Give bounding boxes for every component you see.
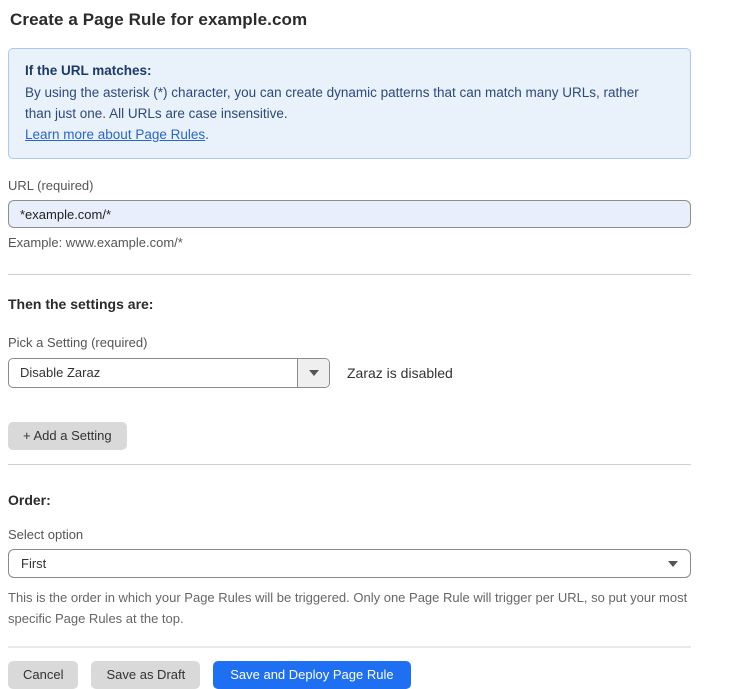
settings-section-heading: Then the settings are: [8, 296, 691, 312]
order-select-label: Select option [8, 527, 691, 542]
order-section-heading: Order: [8, 492, 691, 508]
caret-down-icon [668, 561, 678, 567]
url-field-label: URL (required) [8, 178, 691, 193]
save-and-deploy-button[interactable]: Save and Deploy Page Rule [213, 661, 410, 689]
save-as-draft-button[interactable]: Save as Draft [91, 661, 200, 689]
url-field-example: Example: www.example.com/* [8, 235, 691, 250]
section-divider [8, 274, 691, 275]
section-divider [8, 464, 691, 465]
order-help-text: This is the order in which your Page Rul… [8, 587, 691, 629]
learn-more-link[interactable]: Learn more about Page Rules [25, 127, 205, 142]
order-select[interactable]: First [8, 549, 691, 578]
footer-actions: Cancel Save as Draft Save and Deploy Pag… [8, 661, 691, 689]
setting-select[interactable]: Disable Zaraz [8, 358, 330, 388]
setting-row: Disable Zaraz Zaraz is disabled [8, 358, 691, 388]
url-match-info-box: If the URL matches: By using the asteris… [8, 48, 691, 159]
cancel-button[interactable]: Cancel [8, 661, 78, 689]
link-suffix: . [205, 127, 209, 142]
create-page-rule-form: Create a Page Rule for example.com If th… [0, 0, 691, 689]
setting-select-caret-button[interactable] [297, 359, 329, 387]
info-box-heading: If the URL matches: [25, 60, 674, 81]
page-title: Create a Page Rule for example.com [10, 10, 691, 30]
info-box-body: By using the asterisk (*) character, you… [25, 82, 655, 124]
order-select-value: First [21, 556, 668, 571]
info-box-link-line: Learn more about Page Rules. [25, 124, 674, 145]
caret-down-icon [309, 370, 319, 376]
url-input[interactable] [8, 200, 691, 228]
footer-divider [8, 646, 691, 648]
add-setting-button[interactable]: + Add a Setting [8, 422, 127, 450]
setting-select-value: Disable Zaraz [9, 359, 297, 387]
setting-picker-label: Pick a Setting (required) [8, 335, 691, 350]
setting-status-text: Zaraz is disabled [347, 365, 453, 381]
